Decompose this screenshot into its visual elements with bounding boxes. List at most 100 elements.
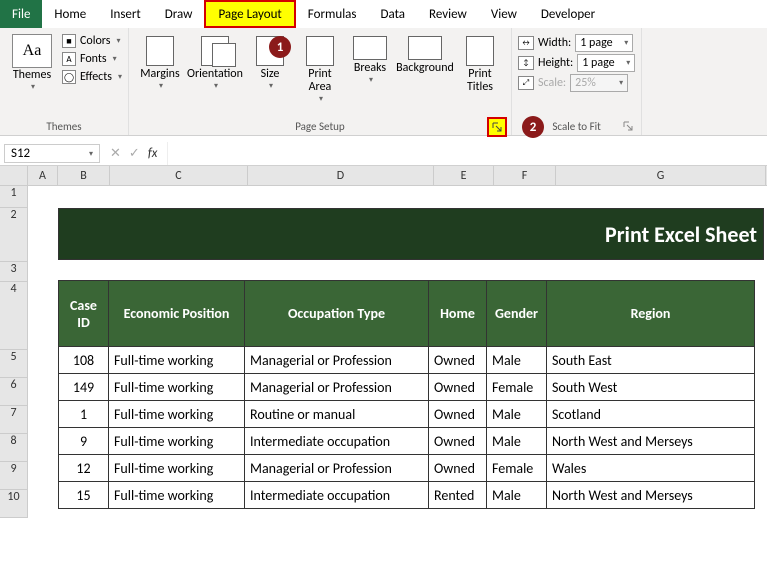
cell[interactable]: 1 [59, 401, 109, 428]
cell[interactable]: Full-time working [109, 482, 245, 509]
col-header[interactable]: E [434, 166, 494, 185]
print-area-button[interactable]: Print Area▾ [295, 34, 345, 104]
row-header[interactable]: 10 [0, 490, 28, 518]
cell[interactable]: 149 [59, 374, 109, 401]
cell[interactable]: Routine or manual [245, 401, 429, 428]
row-header[interactable]: 1 [0, 186, 28, 208]
cell[interactable]: Male [487, 401, 547, 428]
dialog-launcher-icon [492, 122, 502, 132]
select-all-corner[interactable] [0, 166, 28, 185]
cell[interactable]: South West [547, 374, 755, 401]
col-header[interactable]: F [494, 166, 556, 185]
fonts-button[interactable]: AFonts▾ [62, 52, 122, 66]
height-select[interactable]: 1 page▾ [577, 54, 635, 72]
fx-icon[interactable]: fx [148, 146, 158, 161]
row-header[interactable]: 5 [0, 350, 28, 378]
print-titles-icon [466, 36, 494, 66]
enter-icon: ✓ [129, 146, 140, 161]
cell[interactable]: South East [547, 347, 755, 374]
col-header[interactable]: C [110, 166, 248, 185]
scale-icon: ⤢ [518, 76, 534, 90]
colors-button[interactable]: ■Colors▾ [62, 34, 122, 48]
th-occupation: Occupation Type [245, 281, 429, 347]
cell[interactable]: Male [487, 428, 547, 455]
fonts-icon: A [62, 52, 76, 66]
formula-input[interactable] [167, 142, 767, 165]
cell[interactable]: Female [487, 455, 547, 482]
row-header[interactable]: 2 [0, 208, 28, 262]
row-header[interactable]: 8 [0, 434, 28, 462]
themes-button[interactable]: Aa Themes ▾ [6, 34, 58, 92]
cell[interactable]: 108 [59, 347, 109, 374]
cancel-icon: ✕ [110, 146, 121, 161]
row-header[interactable]: 9 [0, 462, 28, 490]
cell[interactable]: Male [487, 482, 547, 509]
effects-icon: ◯ [62, 70, 76, 84]
width-icon: ↔ [518, 36, 534, 50]
data-table: Case ID Economic Position Occupation Typ… [58, 280, 755, 509]
col-header[interactable]: A [28, 166, 58, 185]
name-box[interactable]: S12▾ [4, 144, 100, 163]
cell[interactable]: Rented [429, 482, 487, 509]
width-select[interactable]: 1 page▾ [575, 34, 633, 52]
chevron-down-icon: ▾ [369, 75, 373, 85]
th-economic: Economic Position [109, 281, 245, 347]
cell[interactable]: Owned [429, 347, 487, 374]
cell[interactable]: Owned [429, 401, 487, 428]
cell[interactable]: Intermediate occupation [245, 482, 429, 509]
background-button[interactable]: Background [395, 34, 455, 75]
row-header[interactable]: 4 [0, 282, 28, 350]
tab-view[interactable]: View [479, 0, 529, 28]
orientation-button[interactable]: Orientation▾ [185, 34, 245, 91]
row-header[interactable]: 6 [0, 378, 28, 406]
tab-home[interactable]: Home [42, 0, 98, 28]
cell[interactable]: Full-time working [109, 428, 245, 455]
cell[interactable]: 12 [59, 455, 109, 482]
row-header[interactable]: 3 [0, 262, 28, 282]
cell[interactable]: Full-time working [109, 374, 245, 401]
cell[interactable]: Female [487, 374, 547, 401]
sheet-title-banner: Print Excel Sheet [58, 208, 764, 260]
table-row: 15Full-time workingIntermediate occupati… [59, 482, 755, 509]
table-row: 1Full-time workingRoutine or manualOwned… [59, 401, 755, 428]
cell[interactable]: 15 [59, 482, 109, 509]
tab-insert[interactable]: Insert [98, 0, 153, 28]
th-region: Region [547, 281, 755, 347]
tab-developer[interactable]: Developer [529, 0, 607, 28]
page-setup-launcher[interactable] [487, 117, 507, 137]
tab-draw[interactable]: Draw [153, 0, 205, 28]
row-header[interactable]: 7 [0, 406, 28, 434]
col-header[interactable]: D [248, 166, 434, 185]
cell[interactable]: Full-time working [109, 401, 245, 428]
cell[interactable]: Scotland [547, 401, 755, 428]
cell[interactable]: Full-time working [109, 455, 245, 482]
tab-file[interactable]: File [0, 0, 42, 28]
breaks-button[interactable]: Breaks▾ [345, 34, 395, 85]
cell[interactable]: Full-time working [109, 347, 245, 374]
effects-button[interactable]: ◯Effects▾ [62, 70, 122, 84]
tab-data[interactable]: Data [369, 0, 418, 28]
cell[interactable]: Managerial or Profession [245, 347, 429, 374]
cell[interactable]: Managerial or Profession [245, 455, 429, 482]
cell[interactable]: Intermediate occupation [245, 428, 429, 455]
col-header[interactable]: B [58, 166, 110, 185]
cell[interactable]: North West and Merseys [547, 482, 755, 509]
worksheet[interactable]: Print Excel Sheet Case ID Economic Posit… [28, 186, 767, 518]
cell[interactable]: Managerial or Profession [245, 374, 429, 401]
tab-review[interactable]: Review [417, 0, 479, 28]
cell[interactable]: Owned [429, 428, 487, 455]
cell[interactable]: Owned [429, 374, 487, 401]
group-themes: Aa Themes ▾ ■Colors▾ AFonts▾ ◯Effects▾ T… [0, 28, 129, 135]
cell[interactable]: Wales [547, 455, 755, 482]
ribbon: Aa Themes ▾ ■Colors▾ AFonts▾ ◯Effects▾ T… [0, 28, 767, 136]
cell[interactable]: North West and Merseys [547, 428, 755, 455]
cell[interactable]: 9 [59, 428, 109, 455]
tab-page-layout[interactable]: Page Layout [204, 0, 295, 28]
print-titles-button[interactable]: Print Titles [455, 34, 505, 94]
cell[interactable]: Owned [429, 455, 487, 482]
cell[interactable]: Male [487, 347, 547, 374]
scale-launcher[interactable] [621, 119, 635, 133]
tab-formulas[interactable]: Formulas [296, 0, 369, 28]
col-header[interactable]: G [556, 166, 766, 185]
margins-button[interactable]: Margins▾ [135, 34, 185, 91]
